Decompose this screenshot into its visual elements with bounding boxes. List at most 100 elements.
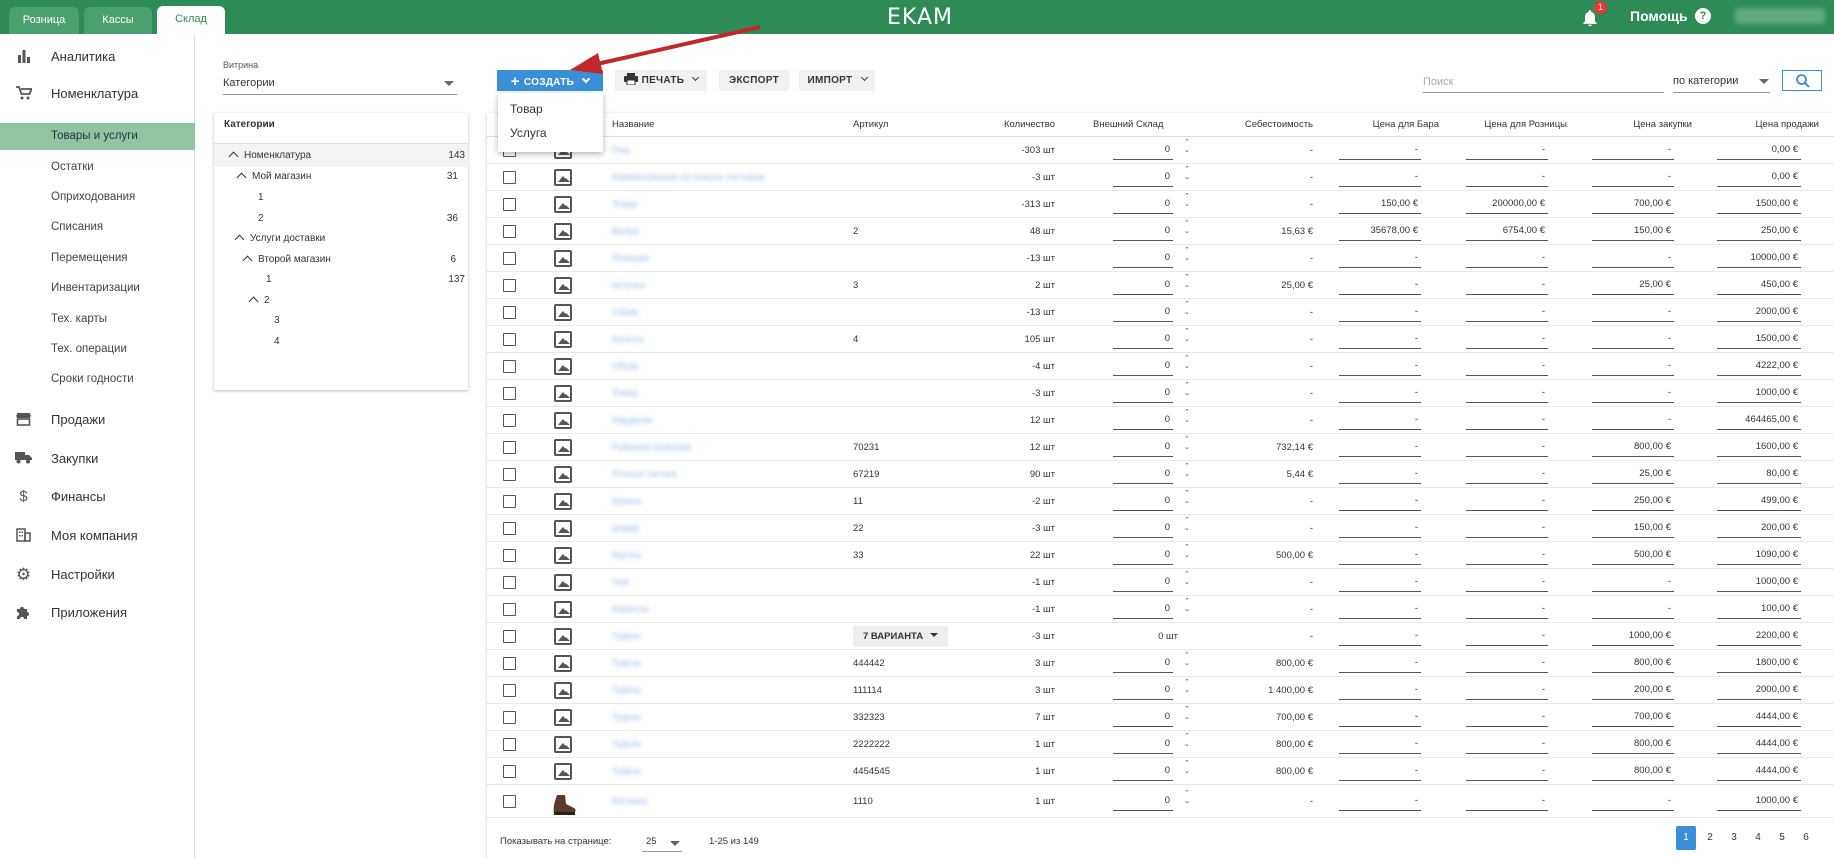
retail-price-input[interactable]: - — [1466, 573, 1548, 592]
product-name-link[interactable]: Рубашка мужская — [612, 434, 691, 461]
page-button[interactable]: 5 — [1772, 826, 1792, 850]
bar-price-input[interactable]: 150,00 € — [1339, 195, 1421, 214]
external-stock-input[interactable]: 0 — [1113, 573, 1173, 592]
retail-price-input[interactable]: - — [1466, 168, 1548, 187]
product-name-link[interactable]: Чай — [612, 569, 629, 596]
bar-price-input[interactable]: - — [1339, 276, 1421, 295]
sidebar-item-company[interactable]: Моя компания — [0, 525, 195, 547]
row-checkbox[interactable] — [503, 468, 516, 481]
row-checkbox[interactable] — [503, 630, 516, 643]
purchase-price-input[interactable]: - — [1592, 141, 1674, 160]
sale-price-input[interactable]: 499,00 € — [1717, 492, 1801, 511]
table-row[interactable]: Товар 0 ⌃ ⌄ -313 шт - 150,00 € 200000,00 € 700,0… — [487, 191, 1834, 218]
stepper-icon[interactable]: ⌃ ⌄ — [1184, 328, 1190, 344]
table-row[interactable]: Туфли 7 ВАРИАНТА 0 шт -3 шт - - - 1000,00 € 220… — [487, 623, 1834, 650]
external-stock-input[interactable]: 0 — [1113, 519, 1173, 538]
stepper-icon[interactable]: ⌃ ⌄ — [1184, 544, 1190, 560]
table-row[interactable]: Обувь 0 ⌃ ⌄ -4 шт - - - - 4222,00 € — [487, 353, 1834, 380]
category-row[interactable]: 1 137 — [266, 269, 465, 290]
external-stock-input[interactable]: 0 — [1113, 141, 1173, 160]
stepper-icon[interactable]: ⌃ ⌄ — [1184, 490, 1190, 506]
retail-price-input[interactable]: - — [1466, 438, 1548, 457]
bar-price-input[interactable]: - — [1339, 168, 1421, 187]
bar-price-input[interactable]: - — [1339, 438, 1421, 457]
row-checkbox[interactable] — [503, 333, 516, 346]
sidebar-item-settings[interactable]: ⚙ Настройки — [0, 564, 195, 586]
external-stock-input[interactable]: 0 — [1113, 600, 1173, 619]
purchase-price-input[interactable]: - — [1592, 573, 1674, 592]
chevron-up-icon[interactable] — [234, 234, 245, 245]
page-button[interactable]: 1 — [1676, 826, 1696, 850]
retail-price-input[interactable]: - — [1466, 600, 1548, 619]
sidebar-sub-tech-cards[interactable]: Тех. карты — [0, 308, 195, 330]
bar-price-input[interactable]: - — [1339, 627, 1421, 646]
row-checkbox[interactable] — [503, 198, 516, 211]
external-stock-input[interactable]: 0 — [1113, 411, 1173, 430]
bar-price-input[interactable]: - — [1339, 465, 1421, 484]
chevron-up-icon[interactable] — [242, 255, 253, 266]
external-stock-input[interactable]: 0 — [1113, 708, 1173, 727]
table-row[interactable]: Рубашка мужская 70231 0 ⌃ ⌄ 12 шт 732,14 € - - 80… — [487, 434, 1834, 461]
search-button[interactable] — [1782, 70, 1822, 91]
external-stock-input[interactable]: 0 — [1113, 384, 1173, 403]
table-row[interactable]: Туфли 332323 0 ⌃ ⌄ 7 шт 700,00 € - - 700,00 € 4444… — [487, 704, 1834, 731]
sale-price-input[interactable]: 4444,00 € — [1717, 762, 1801, 781]
purchase-price-input[interactable]: 800,00 € — [1592, 735, 1674, 754]
search-by-category-select[interactable]: по категории — [1673, 72, 1770, 93]
purchase-price-input[interactable]: - — [1592, 600, 1674, 619]
sale-price-input[interactable]: 1800,00 € — [1717, 654, 1801, 673]
row-checkbox[interactable] — [503, 360, 516, 373]
column-header-bar-price[interactable]: Цена для Бара — [1327, 113, 1439, 137]
sale-price-input[interactable]: 250,00 € — [1717, 222, 1801, 241]
tab-sklad[interactable]: Склад — [157, 6, 225, 35]
help-link[interactable]: Помощь — [1630, 8, 1688, 24]
sidebar-item-apps[interactable]: Приложения — [0, 602, 195, 624]
bar-price-input[interactable]: - — [1339, 384, 1421, 403]
retail-price-input[interactable]: - — [1466, 465, 1548, 484]
purchase-price-input[interactable]: 800,00 € — [1592, 438, 1674, 457]
page-button[interactable]: 6 — [1796, 826, 1816, 850]
purchase-price-input[interactable]: - — [1592, 249, 1674, 268]
sidebar-sub-receipts[interactable]: Оприходования — [0, 186, 195, 208]
purchase-price-input[interactable]: 150,00 € — [1592, 519, 1674, 538]
retail-price-input[interactable]: - — [1466, 384, 1548, 403]
row-checkbox[interactable] — [503, 279, 516, 292]
purchase-price-input[interactable]: - — [1592, 384, 1674, 403]
table-row[interactable]: Кроссы 4 0 ⌃ ⌄ 105 шт - - - - 1500,00 € — [487, 326, 1834, 353]
row-checkbox[interactable] — [503, 657, 516, 670]
sidebar-item-nomenclature[interactable]: Номенклатура — [0, 83, 195, 105]
external-stock-input[interactable]: 0 — [1113, 195, 1173, 214]
product-name-link[interactable]: Обувь — [612, 299, 639, 326]
bar-price-input[interactable]: - — [1339, 519, 1421, 538]
purchase-price-input[interactable]: 700,00 € — [1592, 708, 1674, 727]
retail-price-input[interactable]: - — [1466, 492, 1548, 511]
purchase-price-input[interactable]: 250,00 € — [1592, 492, 1674, 511]
bar-price-input[interactable]: - — [1339, 573, 1421, 592]
product-name-link[interactable]: Платье летнее — [612, 461, 677, 488]
bar-price-input[interactable]: - — [1339, 792, 1421, 811]
per-page-select[interactable]: 25 — [642, 834, 682, 852]
bar-price-input[interactable]: - — [1339, 735, 1421, 754]
retail-price-input[interactable]: - — [1466, 357, 1548, 376]
external-stock-input[interactable]: 0 — [1113, 792, 1173, 811]
sale-price-input[interactable]: 450,00 € — [1717, 276, 1801, 295]
table-row[interactable]: Штучка 3 0 ⌃ ⌄ 2 шт 25,00 € - - 25,00 € 450,00 € — [487, 272, 1834, 299]
row-checkbox[interactable] — [503, 252, 516, 265]
sale-price-input[interactable]: 0,00 € — [1717, 168, 1801, 187]
product-name-link[interactable]: Шапка — [612, 488, 641, 515]
product-name-link[interactable]: Позиция — [612, 245, 650, 272]
row-checkbox[interactable] — [503, 684, 516, 697]
category-row[interactable]: 2 36 — [258, 208, 458, 229]
sale-price-input[interactable]: 4444,00 € — [1717, 735, 1801, 754]
stepper-icon[interactable]: ⌃ ⌄ — [1184, 193, 1190, 209]
table-row[interactable]: Кардиган 0 ⌃ ⌄ 12 шт - - - - 464465,00 € — [487, 407, 1834, 434]
external-stock-input[interactable]: 0 — [1113, 546, 1173, 565]
table-row[interactable]: Туфли 2222222 0 ⌃ ⌄ 1 шт 800,00 € - - 800,00 € 444… — [487, 731, 1834, 758]
product-name-link[interactable]: Кардиган — [612, 407, 653, 434]
product-name-link[interactable]: Ботинки — [612, 788, 648, 815]
purchase-price-input[interactable]: 500,00 € — [1592, 546, 1674, 565]
stepper-icon[interactable]: ⌃ ⌄ — [1184, 652, 1190, 668]
sale-price-input[interactable]: 4222,00 € — [1717, 357, 1801, 376]
table-row[interactable]: Позиция 0 ⌃ ⌄ -13 шт - - - - 10000,00 € — [487, 245, 1834, 272]
category-row[interactable]: 2 — [248, 290, 458, 311]
